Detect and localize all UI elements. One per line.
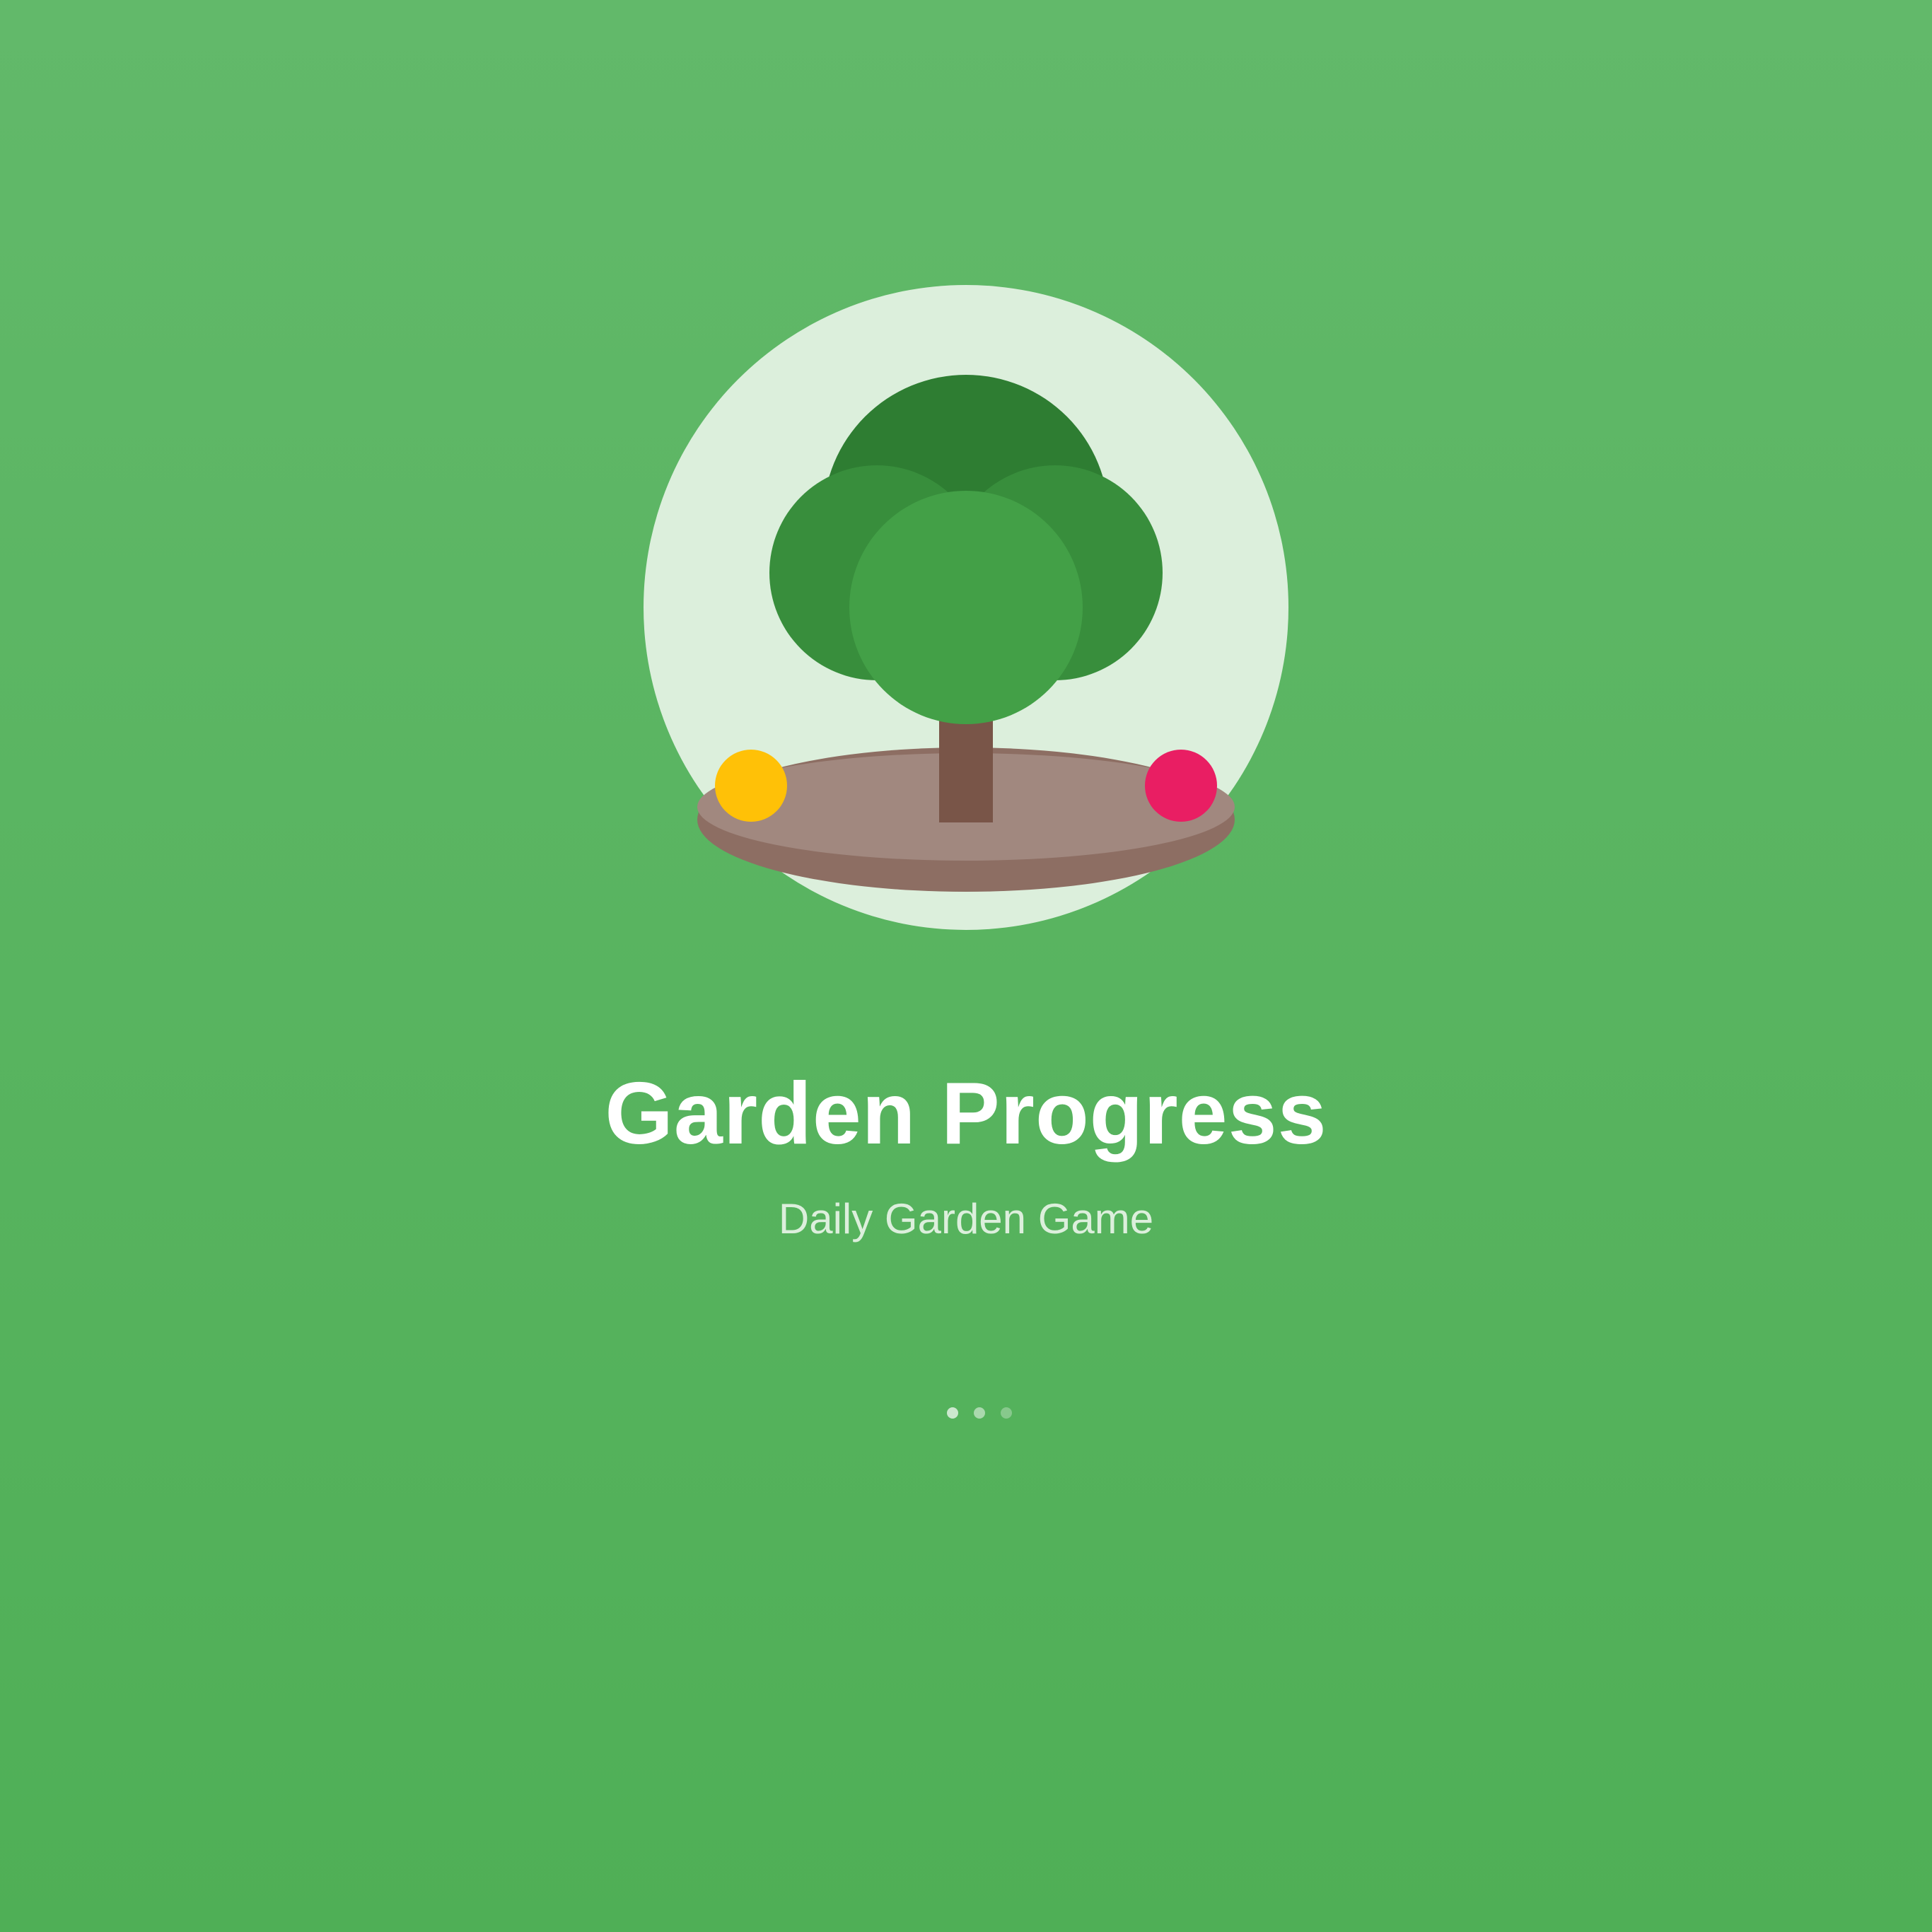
garden-illustration: [644, 285, 1288, 930]
splash-screen: Garden Progress Daily Garden Game: [0, 0, 1932, 1932]
tree-canopy-front: [849, 491, 1083, 724]
yellow-flower-icon: [715, 750, 787, 822]
loading-indicator: [0, 1407, 1932, 1419]
app-title: Garden Progress: [605, 1065, 1327, 1163]
tree-trunk: [939, 709, 993, 822]
pink-flower-icon: [1145, 750, 1217, 822]
loading-dot: [947, 1407, 958, 1419]
app-subtitle: Daily Garden Game: [778, 1195, 1154, 1243]
loading-dot: [1001, 1407, 1012, 1419]
loading-dot: [974, 1407, 985, 1419]
